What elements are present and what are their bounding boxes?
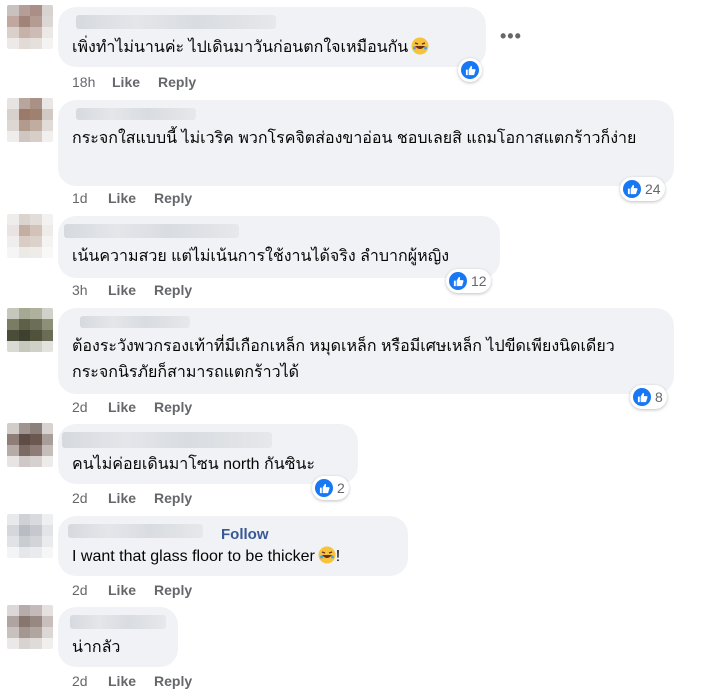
author-name-blurred[interactable]	[76, 108, 196, 120]
comment-meta: 18h Like Reply	[72, 74, 214, 90]
timestamp[interactable]: 2d	[72, 490, 108, 506]
comment-bubble: กระจกใสแบบนี้ ไม่เวริค พวกโรคจิตส่องขาอ่…	[58, 100, 674, 186]
author-name-blurred[interactable]	[70, 615, 166, 629]
like-button[interactable]: Like	[108, 282, 136, 298]
timestamp[interactable]: 3h	[72, 282, 108, 298]
like-button[interactable]: Like	[108, 490, 136, 506]
timestamp[interactable]: 2d	[72, 399, 108, 415]
more-options-icon[interactable]: •••	[500, 26, 522, 47]
like-button[interactable]: Like	[108, 399, 136, 415]
reaction-badge[interactable]: 12	[446, 269, 491, 293]
comment-text: เพิ่งทำไม่นานค่ะ ไปเดินมาวันก่อนตกใจเหมื…	[72, 35, 472, 61]
timestamp[interactable]: 2d	[72, 582, 108, 598]
like-button[interactable]: Like	[108, 582, 136, 598]
avatar[interactable]	[7, 514, 53, 558]
avatar[interactable]	[7, 605, 53, 649]
like-reaction-icon	[623, 180, 641, 198]
reaction-count: 2	[337, 480, 345, 496]
comment-meta: 2d Like Reply	[72, 582, 210, 598]
like-button[interactable]: Like	[108, 190, 136, 206]
like-reaction-icon	[315, 479, 333, 497]
laughing-emoji-icon	[318, 546, 336, 564]
comment-bubble: I want that glass floor to be thicker!	[58, 516, 408, 576]
avatar[interactable]	[7, 308, 53, 352]
comment-meta: 3h Like Reply	[72, 282, 210, 298]
reply-button[interactable]: Reply	[154, 190, 192, 206]
avatar[interactable]	[7, 5, 53, 49]
reply-button[interactable]: Reply	[154, 490, 192, 506]
comment-bubble: เน้นความสวย แต่ไม่เน้นการใช้งานได้จริง ล…	[58, 216, 500, 278]
comment-bubble: คนไม่ค่อยเดินมาโซน north กันซินะ	[58, 424, 358, 484]
comment-text: น่ากลัว	[72, 639, 121, 656]
reaction-badge[interactable]	[458, 58, 482, 82]
reaction-count: 8	[655, 389, 663, 405]
comment-text: กระจกใสแบบนี้ ไม่เวริค พวกโรคจิตส่องขาอ่…	[72, 130, 637, 147]
comment-text: เน้นความสวย แต่ไม่เน้นการใช้งานได้จริง ล…	[72, 248, 450, 265]
timestamp[interactable]: 2d	[72, 673, 108, 689]
reply-button[interactable]: Reply	[154, 582, 192, 598]
avatar[interactable]	[7, 214, 53, 258]
author-name-blurred[interactable]	[62, 432, 272, 448]
reply-button[interactable]: Reply	[158, 74, 196, 90]
comment-bubble: น่ากลัว	[58, 607, 178, 667]
author-name-blurred[interactable]	[68, 524, 203, 538]
reaction-badge[interactable]: 8	[630, 385, 667, 409]
author-name-blurred[interactable]	[76, 15, 276, 29]
comment-text: คนไม่ค่อยเดินมาโซน north กันซินะ	[72, 456, 316, 473]
like-reaction-icon	[633, 388, 651, 406]
comment-meta: 2d Like Reply	[72, 673, 210, 689]
reply-button[interactable]: Reply	[154, 399, 192, 415]
comment-bubble: ต้องระวังพวกรองเท้าที่มีเกือกเหล็ก หมุดเ…	[58, 308, 674, 394]
reply-button[interactable]: Reply	[154, 673, 192, 689]
author-name-blurred[interactable]	[80, 316, 190, 328]
like-reaction-icon	[461, 61, 479, 79]
like-reaction-icon	[449, 272, 467, 290]
timestamp[interactable]: 18h	[72, 74, 112, 90]
like-button[interactable]: Like	[108, 673, 136, 689]
reaction-badge[interactable]: 2	[312, 476, 349, 500]
reply-button[interactable]: Reply	[154, 282, 192, 298]
avatar[interactable]	[7, 423, 53, 467]
comment-meta: 1d Like Reply	[72, 190, 210, 206]
like-button[interactable]: Like	[112, 74, 140, 90]
comment-text: I want that glass floor to be thicker!	[72, 546, 341, 565]
reaction-count: 24	[645, 181, 661, 197]
avatar[interactable]	[7, 98, 53, 142]
comment-text: ต้องระวังพวกรองเท้าที่มีเกือกเหล็ก หมุดเ…	[72, 338, 615, 381]
follow-button[interactable]: Follow	[221, 526, 269, 543]
comment-bubble: เพิ่งทำไม่นานค่ะ ไปเดินมาวันก่อนตกใจเหมื…	[58, 7, 486, 67]
timestamp[interactable]: 1d	[72, 190, 108, 206]
reaction-count: 12	[471, 273, 487, 289]
comment-meta: 2d Like Reply	[72, 490, 210, 506]
author-name-blurred[interactable]	[64, 224, 239, 238]
comment-meta: 2d Like Reply	[72, 399, 210, 415]
reaction-badge[interactable]: 24	[620, 177, 665, 201]
laughing-emoji-icon	[411, 37, 429, 55]
